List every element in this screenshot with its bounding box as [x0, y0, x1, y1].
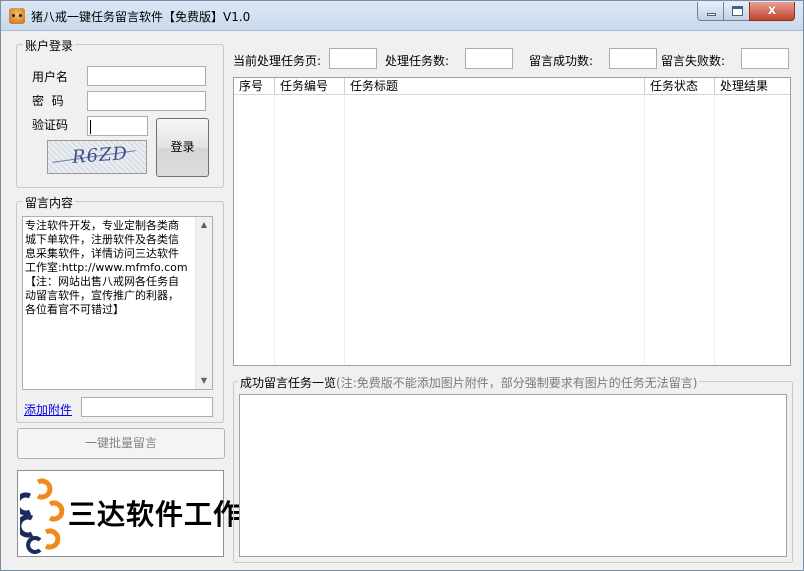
password-label: 密 码 [32, 94, 64, 108]
password-field[interactable] [87, 91, 206, 111]
captcha-image[interactable]: R6ZD [47, 140, 147, 174]
minimize-button[interactable] [697, 2, 724, 21]
fail-count-label: 留言失败数: [661, 54, 726, 68]
minimize-icon [707, 13, 716, 16]
success-count-field[interactable] [609, 48, 657, 69]
success-list-title: 成功留言任务一览 [240, 376, 337, 390]
fail-count-field[interactable] [741, 48, 789, 69]
add-attachment-link[interactable]: 添加附件 [24, 401, 72, 418]
current-page-label: 当前处理任务页: [233, 54, 322, 68]
studio-logo: 三达软件工作室 [17, 470, 270, 557]
app-pig-icon [9, 8, 25, 24]
app-window: 猪八戒一键任务留言软件【免费版】V1.0 x 账户登录 用户名 密 码 验证码 … [0, 0, 804, 571]
column-header-result[interactable]: 处理结果 [715, 78, 790, 95]
success-count-label: 留言成功数: [529, 54, 594, 68]
studio-logo-icon [20, 478, 65, 554]
message-content-legend: 留言内容 [23, 194, 76, 211]
task-table-header: 序号 任务编号 任务标题 任务状态 处理结果 [234, 78, 790, 95]
scroll-up-icon[interactable]: ▲ [196, 217, 212, 233]
grid-line [714, 96, 715, 365]
success-list-note: (注:免费版不能添加图片附件，部分强制要求有图片的任务无法留言) [336, 376, 698, 390]
message-content-textarea[interactable]: 专注软件开发，专业定制各类商 城下单软件，注册软件及各类信 息采集软件，详情访问… [22, 216, 213, 390]
current-page-field[interactable] [329, 48, 377, 69]
column-header-task-status[interactable]: 任务状态 [645, 78, 715, 95]
scroll-down-icon[interactable]: ▼ [196, 373, 212, 389]
username-label: 用户名 [32, 70, 69, 84]
batch-message-button[interactable]: 一键批量留言 [17, 428, 225, 459]
column-header-task-title[interactable]: 任务标题 [345, 78, 645, 95]
processed-count-field[interactable] [465, 48, 513, 69]
window-title: 猪八戒一键任务留言软件【免费版】V1.0 [31, 10, 251, 24]
maximize-icon [732, 6, 743, 16]
column-header-task-id[interactable]: 任务编号 [275, 78, 345, 95]
success-task-list[interactable] [239, 394, 787, 557]
message-scrollbar[interactable]: ▲ ▼ [195, 217, 212, 389]
grid-line [344, 96, 345, 365]
title-bar[interactable]: 猪八戒一键任务留言软件【免费版】V1.0 x [1, 1, 803, 31]
captcha-label: 验证码 [32, 118, 69, 132]
captcha-image-text: R6ZD [71, 143, 129, 168]
close-button[interactable]: x [749, 2, 795, 21]
maximize-button[interactable] [723, 2, 750, 21]
login-button[interactable]: 登录 [156, 118, 209, 177]
success-list-legend: 成功留言任务一览(注:免费版不能添加图片附件，部分强制要求有图片的任务无法留言) [238, 374, 700, 391]
attachment-path-field[interactable] [81, 397, 213, 417]
account-login-legend: 账户登录 [23, 37, 76, 54]
username-field[interactable] [87, 66, 206, 86]
grid-line [274, 96, 275, 365]
column-header-index[interactable]: 序号 [234, 78, 275, 95]
close-icon: x [767, 3, 777, 18]
processed-count-label: 处理任务数: [385, 54, 450, 68]
message-content-text: 专注软件开发，专业定制各类商 城下单软件，注册软件及各类信 息采集软件，详情访问… [25, 219, 188, 316]
captcha-field[interactable] [87, 116, 148, 136]
grid-line [644, 96, 645, 365]
task-table[interactable]: 序号 任务编号 任务标题 任务状态 处理结果 [233, 77, 791, 366]
